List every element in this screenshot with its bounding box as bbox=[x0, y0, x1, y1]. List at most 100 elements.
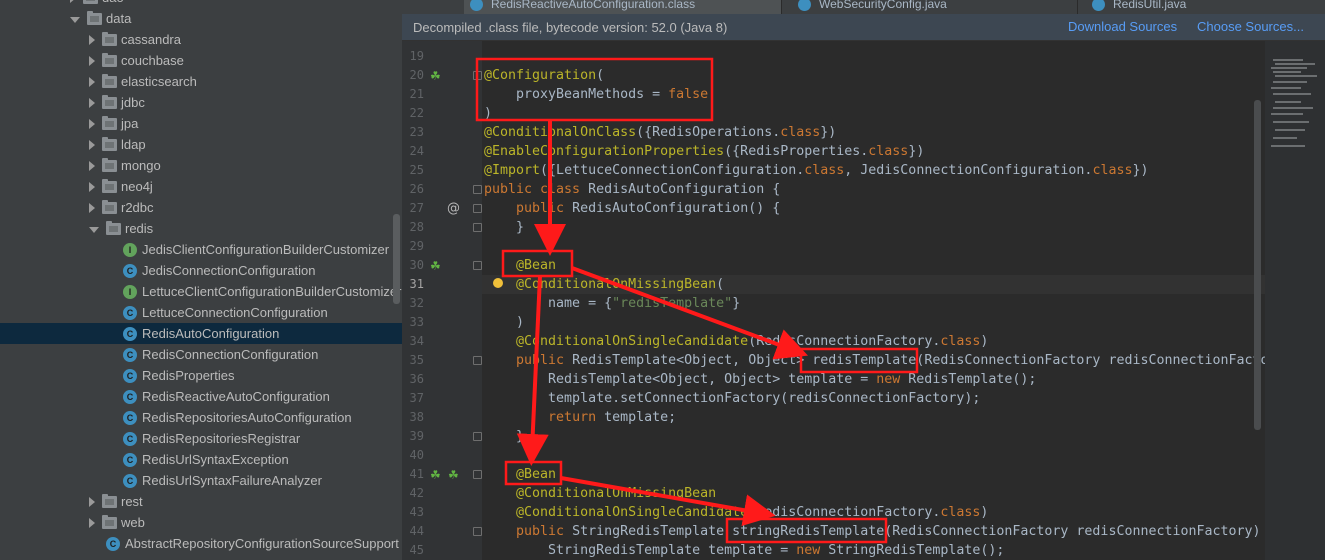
tree-folder-neo4j[interactable]: neo4j bbox=[0, 176, 402, 197]
keyword-token: class bbox=[940, 505, 981, 520]
code-line[interactable]: @Import({LettuceConnectionConfiguration.… bbox=[484, 161, 1148, 180]
annotation-token: @Import bbox=[484, 163, 541, 178]
chevron-right-icon[interactable] bbox=[89, 517, 95, 528]
folder-icon bbox=[102, 73, 117, 88]
keyword-token: class bbox=[780, 125, 821, 140]
class-icon: C bbox=[123, 431, 137, 446]
code-line[interactable]: @ConditionalOnSingleCandidate(RedisConne… bbox=[484, 503, 988, 522]
chevron-right-icon[interactable] bbox=[70, 0, 76, 3]
chevron-right-icon[interactable] bbox=[89, 181, 95, 192]
tree-folder-cassandra[interactable]: cassandra bbox=[0, 29, 402, 50]
keyword-token: new bbox=[876, 372, 909, 387]
keyword-token: public bbox=[516, 524, 573, 539]
tree-item[interactable]: C RedisConnectionConfiguration bbox=[0, 344, 402, 365]
tree-folder-redis[interactable]: redis bbox=[0, 218, 402, 239]
chevron-right-icon[interactable] bbox=[89, 139, 95, 150]
code-line[interactable]: proxyBeanMethods = false bbox=[484, 85, 708, 104]
class-icon: C bbox=[123, 368, 137, 383]
tree-folder-dao[interactable]: dao bbox=[0, 0, 402, 8]
tab-redisutil-java[interactable]: RedisUtil.java bbox=[1086, 0, 1325, 14]
code-token: }) bbox=[820, 125, 837, 140]
code-token: }) bbox=[1132, 163, 1149, 178]
code-line[interactable]: public RedisAutoConfiguration() { bbox=[484, 199, 780, 218]
tree-folder-jpa[interactable]: jpa bbox=[0, 113, 402, 134]
chevron-right-icon[interactable] bbox=[89, 118, 95, 129]
chevron-right-icon[interactable] bbox=[89, 55, 95, 66]
tree-folder-elasticsearch[interactable]: elasticsearch bbox=[0, 71, 402, 92]
tree-item-label: ldap bbox=[121, 137, 146, 152]
chevron-right-icon[interactable] bbox=[89, 34, 95, 45]
tree-item[interactable]: C RedisUrlSyntaxFailureAnalyzer bbox=[0, 470, 402, 491]
code-line[interactable]: @Configuration( bbox=[484, 66, 604, 85]
annotation-token: @ConditionalOnSingleCandidate bbox=[516, 334, 749, 349]
code-line[interactable]: RedisTemplate<Object, Object> template =… bbox=[484, 370, 1036, 389]
code-line[interactable]: ) bbox=[484, 313, 524, 332]
tree-folder-rest[interactable]: rest bbox=[0, 491, 402, 512]
code-line[interactable]: @Bean bbox=[484, 256, 556, 275]
tree-item-label: RedisUrlSyntaxException bbox=[142, 452, 289, 467]
tab-websecurityconfig-java[interactable]: WebSecurityConfig.java bbox=[792, 0, 1078, 14]
tree-folder-mongo[interactable]: mongo bbox=[0, 155, 402, 176]
folder-icon bbox=[102, 157, 117, 172]
code-line[interactable]: StringRedisTemplate template = new Strin… bbox=[484, 541, 1004, 560]
code-line[interactable]: public RedisTemplate<Object, Object> red… bbox=[484, 351, 1325, 370]
chevron-right-icon[interactable] bbox=[89, 76, 95, 87]
tree-item-label: LettuceClientConfigurationBuilderCustomi… bbox=[142, 284, 402, 299]
class-icon: C bbox=[123, 473, 137, 488]
chevron-right-icon[interactable] bbox=[89, 160, 95, 171]
minimap-line bbox=[1273, 59, 1303, 61]
minimap-line bbox=[1275, 75, 1317, 77]
tree-item-label: dao bbox=[102, 0, 124, 5]
tab-redisreactiveautoconfiguration-class[interactable]: RedisReactiveAutoConfiguration.class bbox=[464, 0, 782, 14]
code-line[interactable]: @ConditionalOnMissingBean( bbox=[482, 275, 1325, 294]
tree-scrollbar[interactable] bbox=[393, 214, 400, 304]
code-token: RedisAutoConfiguration { bbox=[588, 182, 781, 197]
chevron-down-icon[interactable] bbox=[89, 226, 99, 233]
code-line[interactable]: template.setConnectionFactory(redisConne… bbox=[484, 389, 980, 408]
chevron-right-icon[interactable] bbox=[89, 97, 95, 108]
keyword-token: public class bbox=[484, 182, 589, 197]
tree-folder-couchbase[interactable]: couchbase bbox=[0, 50, 402, 71]
code-editor[interactable]: 19 20 ☘ 21 22 23 24 25 26 27 @28 29 30 ☘ 31 32 33 34 35 36 3… bbox=[402, 41, 1325, 560]
annotation-token: @ConditionalOnSingleCandidate bbox=[516, 505, 749, 520]
code-line[interactable]: @Bean bbox=[484, 465, 556, 484]
choose-sources-link[interactable]: Choose Sources... bbox=[1197, 19, 1304, 34]
lightbulb-icon[interactable] bbox=[493, 278, 503, 288]
code-line[interactable]: } bbox=[484, 218, 524, 237]
code-line[interactable]: name = {"redisTemplate"} bbox=[484, 294, 740, 313]
tree-item[interactable]: C JedisConnectionConfiguration bbox=[0, 260, 402, 281]
tree-item[interactable]: C RedisUrlSyntaxException bbox=[0, 449, 402, 470]
tree-item[interactable]: C RedisReactiveAutoConfiguration bbox=[0, 386, 402, 407]
tree-item[interactable]: C AbstractRepositoryConfigurationSourceSu… bbox=[0, 533, 402, 554]
chevron-down-icon[interactable] bbox=[70, 16, 80, 23]
code-line[interactable]: return template; bbox=[484, 408, 676, 427]
class-icon bbox=[1092, 0, 1105, 11]
tree-folder-ldap[interactable]: ldap bbox=[0, 134, 402, 155]
editor-scrollbar[interactable] bbox=[1254, 100, 1261, 430]
code-line[interactable]: public StringRedisTemplate stringRedisTe… bbox=[484, 522, 1325, 541]
code-token: (RedisConnectionFactory. bbox=[748, 505, 941, 520]
download-sources-link[interactable]: Download Sources bbox=[1068, 19, 1177, 34]
chevron-right-icon[interactable] bbox=[89, 202, 95, 213]
code-line[interactable]: @ConditionalOnMissingBean bbox=[484, 484, 716, 503]
code-line[interactable]: ) bbox=[484, 104, 492, 123]
tree-folder-jdbc[interactable]: jdbc bbox=[0, 92, 402, 113]
chevron-right-icon[interactable] bbox=[89, 496, 95, 507]
tree-item-label: RedisReactiveAutoConfiguration bbox=[142, 389, 330, 404]
tree-item[interactable]: C RedisAutoConfiguration bbox=[0, 323, 402, 344]
tree-item[interactable]: C RedisRepositoriesAutoConfiguration bbox=[0, 407, 402, 428]
code-line[interactable]: @ConditionalOnClass({RedisOperations.cla… bbox=[484, 123, 836, 142]
tree-item[interactable]: C LettuceConnectionConfiguration bbox=[0, 302, 402, 323]
tree-item[interactable]: I LettuceClientConfigurationBuilderCustom… bbox=[0, 281, 402, 302]
code-line[interactable]: @EnableConfigurationProperties({RedisPro… bbox=[484, 142, 924, 161]
code-area[interactable]: @Configuration( proxyBeanMethods = false… bbox=[402, 41, 1325, 560]
code-line[interactable]: public class RedisAutoConfiguration { bbox=[484, 180, 780, 199]
tree-item[interactable]: C RedisRepositoriesRegistrar bbox=[0, 428, 402, 449]
tree-item[interactable]: I JedisClientConfigurationBuilderCustomiz… bbox=[0, 239, 402, 260]
code-line[interactable]: @ConditionalOnSingleCandidate(RedisConne… bbox=[484, 332, 988, 351]
code-line[interactable]: } bbox=[484, 427, 524, 446]
tree-folder-data[interactable]: data bbox=[0, 8, 402, 29]
tree-folder-r2dbc[interactable]: r2dbc bbox=[0, 197, 402, 218]
tree-folder-web[interactable]: web bbox=[0, 512, 402, 533]
tree-item[interactable]: C RedisProperties bbox=[0, 365, 402, 386]
